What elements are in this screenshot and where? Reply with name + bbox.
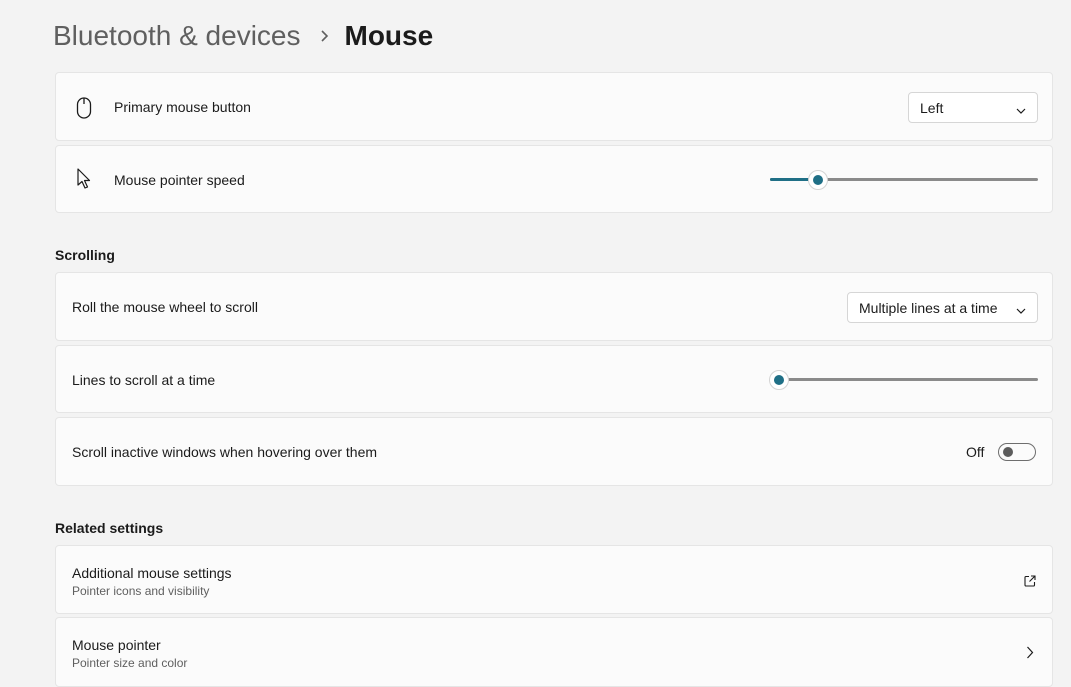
primary-mouse-button-label: Primary mouse button (114, 99, 251, 115)
scroll-inactive-toggle[interactable] (998, 443, 1036, 461)
lines-to-scroll-card: Lines to scroll at a time (55, 345, 1053, 413)
roll-wheel-label: Roll the mouse wheel to scroll (72, 299, 258, 315)
primary-mouse-button-dropdown[interactable]: Left (908, 92, 1038, 123)
roll-wheel-card: Roll the mouse wheel to scroll Multiple … (55, 272, 1053, 341)
primary-mouse-button-card: Primary mouse button Left (55, 72, 1053, 141)
slider-thumb[interactable] (808, 170, 829, 190)
chevron-down-icon (1016, 302, 1026, 318)
lines-to-scroll-slider[interactable] (769, 370, 1038, 390)
mouse-pointer-label: Mouse pointer (72, 637, 161, 653)
mouse-icon (76, 97, 92, 124)
lines-to-scroll-label: Lines to scroll at a time (72, 372, 216, 388)
pointer-speed-slider[interactable] (770, 170, 1038, 190)
pointer-speed-label: Mouse pointer speed (114, 172, 245, 188)
chevron-right-icon (319, 30, 329, 42)
breadcrumb-parent-link[interactable]: Bluetooth & devices (53, 20, 301, 52)
roll-wheel-dropdown[interactable]: Multiple lines at a time (847, 292, 1038, 323)
toggle-state-label: Off (966, 444, 985, 460)
page-title: Mouse (344, 20, 434, 51)
additional-mouse-settings-card[interactable]: Additional mouse settings Pointer icons … (55, 545, 1053, 614)
section-title-related-settings: Related settings (55, 520, 164, 536)
breadcrumb: Bluetooth & devices Mouse (53, 16, 433, 56)
scroll-inactive-label: Scroll inactive windows when hovering ov… (72, 444, 378, 460)
mouse-pointer-card[interactable]: Mouse pointer Pointer size and color (55, 617, 1053, 687)
toggle-knob (1003, 447, 1013, 457)
slider-track (779, 378, 1038, 381)
mouse-pointer-sublabel: Pointer size and color (72, 656, 188, 670)
chevron-right-icon (1026, 646, 1034, 664)
dropdown-value: Left (920, 99, 944, 116)
pointer-speed-card: Mouse pointer speed (55, 145, 1053, 213)
slider-thumb[interactable] (769, 370, 789, 390)
pointer-icon (76, 168, 92, 195)
section-title-scrolling: Scrolling (55, 247, 115, 263)
chevron-down-icon (1016, 102, 1026, 118)
external-link-icon (1024, 574, 1036, 592)
scroll-inactive-card: Scroll inactive windows when hovering ov… (55, 417, 1053, 486)
dropdown-value: Multiple lines at a time (859, 299, 998, 316)
additional-mouse-settings-label: Additional mouse settings (72, 565, 232, 581)
additional-mouse-settings-sublabel: Pointer icons and visibility (72, 584, 210, 598)
